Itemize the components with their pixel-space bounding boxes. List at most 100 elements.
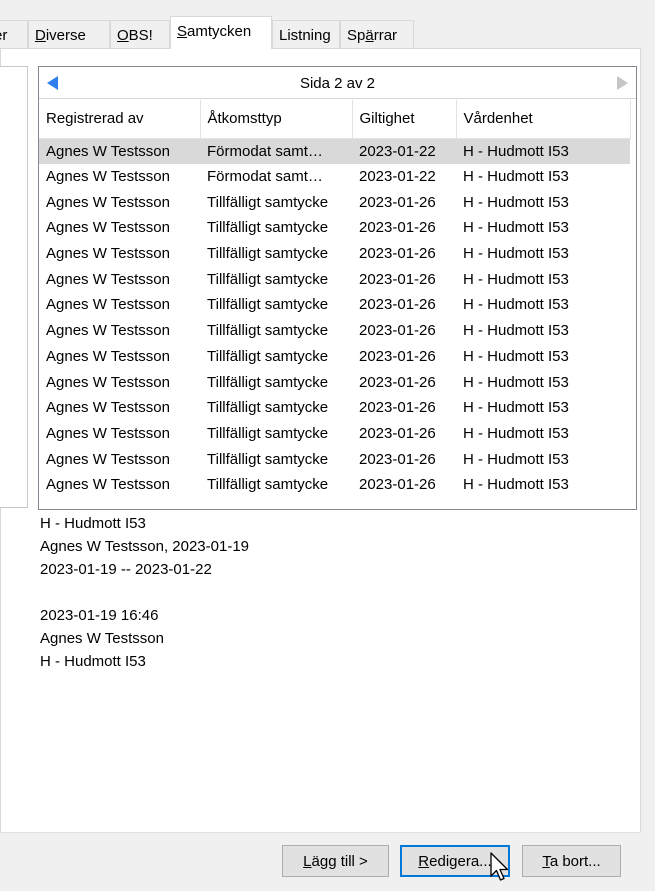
cell-vardenhet: H - Hudmott I53 — [463, 373, 569, 391]
add-button-mnemonic: L — [303, 853, 312, 870]
tab-diverse-label: iverse — [45, 27, 86, 44]
cell-atkomsttyp: Tillfälligt samtycke — [207, 347, 329, 365]
remove-button-label: a bort... — [549, 853, 601, 870]
table-row[interactable]: Agnes W Testsson Tillfälligt samtycke 2023… — [39, 292, 630, 318]
cell-atkomsttyp: Tillfälligt samtycke — [207, 270, 329, 288]
cell-vardenhet: H - Hudmott I53 — [463, 245, 569, 263]
cell-atkomsttyp: Tillfälligt samtycke — [207, 373, 329, 391]
table-row[interactable]: Agnes W Testsson Tillfälligt samtycke 2023… — [39, 241, 630, 267]
consent-grid: Sida 2 av 2 Registrerad av Åtkomsttyp Gi… — [38, 66, 637, 510]
table-header-row: Registrerad av Åtkomsttyp Giltighet Vård… — [39, 100, 631, 139]
cell-registrerad-av: Agnes W Testsson — [46, 347, 170, 365]
cell-atkomsttyp: Tillfälligt samtycke — [207, 424, 329, 442]
remove-button-mnemonic: T — [542, 853, 550, 870]
details-unit: H - Hudmott I53 — [40, 515, 146, 532]
table-row[interactable]: Agnes W Testsson Tillfälligt samtycke 2023… — [39, 395, 630, 421]
cell-atkomsttyp: Tillfälligt samtycke — [207, 245, 329, 263]
details-panel: H - Hudmott I53 Agnes W Testsson, 2023-0… — [40, 512, 249, 673]
cell-vardenhet: H - Hudmott I53 — [463, 424, 569, 442]
cell-atkomsttyp: Förmodat samt… — [200, 138, 352, 164]
details-unit-2: H - Hudmott I53 — [40, 653, 146, 670]
cell-vardenhet: H - Hudmott I53 — [463, 450, 569, 468]
tab-sparrar-label: rrar — [373, 27, 398, 44]
cell-giltighet: 2023-01-26 — [359, 347, 436, 365]
cell-registrerad-av: Agnes W Testsson — [46, 450, 170, 468]
details-registered: Agnes W Testsson, 2023-01-19 — [40, 538, 250, 555]
tab-listning-label: Listnin — [279, 27, 323, 44]
tab-listning-mnemonic: g — [322, 27, 331, 44]
remove-button[interactable]: Ta bort... — [522, 845, 621, 877]
cell-vardenhet: H - Hudmott I53 — [463, 399, 569, 417]
cell-giltighet: 2023-01-26 — [359, 270, 436, 288]
cell-giltighet: 2023-01-26 — [359, 322, 436, 340]
tab-partial-label: er — [0, 27, 8, 44]
table-row[interactable]: Agnes W Testsson Tillfälligt samtycke 2023… — [39, 189, 630, 215]
table-row[interactable]: Agnes W Testsson Tillfälligt samtycke 2023… — [39, 472, 630, 498]
cell-registrerad-av: Agnes W Testsson — [46, 270, 170, 288]
details-timestamp: 2023-01-19 16:46 — [40, 607, 159, 624]
column-header-registrerad-av[interactable]: Registrerad av — [39, 100, 201, 139]
separator — [0, 832, 641, 833]
cell-registrerad-av: Agnes W Testsson — [46, 373, 170, 391]
table-row[interactable]: Agnes W Testsson Tillfälligt samtycke 2023… — [39, 421, 630, 447]
cell-vardenhet: H - Hudmott I53 — [463, 219, 569, 237]
table-row[interactable]: Agnes W Testsson Tillfälligt samtycke 2023… — [39, 215, 630, 241]
cell-vardenhet: H - Hudmott I53 — [463, 168, 569, 186]
triangle-right-icon — [617, 76, 628, 90]
tab-obs-label: BS! — [128, 27, 153, 44]
cell-atkomsttyp: Tillfälligt samtycke — [207, 322, 329, 340]
tab-obs[interactable]: OBS! — [110, 20, 170, 48]
cell-atkomsttyp: Tillfälligt samtycke — [207, 399, 329, 417]
cell-vardenhet: H - Hudmott I53 — [463, 322, 569, 340]
cell-atkomsttyp: Förmodat samt… — [207, 168, 323, 186]
cell-vardenhet: H - Hudmott I53 — [463, 193, 569, 211]
cell-giltighet: 2023-01-26 — [359, 424, 436, 442]
tab-samtycken-mnemonic: S — [177, 23, 188, 40]
details-user: Agnes W Testsson — [40, 630, 164, 647]
details-blank — [40, 581, 249, 604]
tab-obs-mnemonic: O — [117, 27, 129, 44]
table-row[interactable]: Agnes W Testsson Förmodat samt… 2023-01-22… — [39, 138, 630, 164]
add-button-label: ägg till > — [311, 853, 368, 870]
table-row[interactable]: Agnes W Testsson Tillfälligt samtycke 2023… — [39, 369, 630, 395]
cell-registrerad-av: Agnes W Testsson — [46, 219, 170, 237]
cell-vardenhet: H - Hudmott I53 — [463, 296, 569, 314]
cell-vardenhet: H - Hudmott I53 — [463, 347, 569, 365]
edit-button-mnemonic: R — [418, 853, 430, 870]
add-button[interactable]: Lägg till > — [282, 845, 389, 877]
cell-atkomsttyp: Tillfälligt samtycke — [207, 296, 329, 314]
cell-giltighet: 2023-01-26 — [359, 219, 436, 237]
cell-atkomsttyp: Tillfälligt samtycke — [207, 450, 329, 468]
column-header-vardenhet[interactable]: Vårdenhet — [456, 100, 631, 139]
cell-registrerad-av: Agnes W Testsson — [46, 399, 170, 417]
mouse-pointer-icon — [490, 852, 509, 881]
consent-table: Registrerad av Åtkomsttyp Giltighet Vård… — [39, 100, 631, 498]
cell-giltighet: 2023-01-22 — [352, 138, 456, 164]
tab-samtycken[interactable]: Samtycken — [170, 16, 272, 49]
tab-partial[interactable]: er — [0, 20, 28, 48]
cell-giltighet: 2023-01-22 — [359, 168, 436, 186]
tab-samtycken-label: amtycken — [187, 23, 252, 40]
table-row[interactable]: Agnes W Testsson Tillfälligt samtycke 2023… — [39, 344, 630, 370]
tab-sparrar-prefix: Sp — [347, 27, 366, 44]
tab-strip: er Diverse OBS! Samtycken Listning Spärr… — [0, 0, 655, 49]
column-header-atkomsttyp[interactable]: Åtkomsttyp — [200, 100, 353, 139]
table-row[interactable]: Agnes W Testsson Förmodat samt… 2023-01-22… — [39, 164, 630, 190]
tab-sparrar-mnemonic: ä — [365, 27, 374, 44]
cell-giltighet: 2023-01-26 — [359, 476, 436, 494]
cell-atkomsttyp: Tillfälligt samtycke — [207, 219, 329, 237]
cell-registrerad-av: Agnes W Testsson — [46, 476, 170, 494]
tab-diverse[interactable]: Diverse — [28, 20, 110, 48]
cell-giltighet: 2023-01-26 — [359, 399, 436, 417]
pager-bar: Sida 2 av 2 — [39, 67, 636, 99]
cell-giltighet: 2023-01-26 — [359, 373, 436, 391]
left-list-edge[interactable] — [0, 66, 28, 508]
cell-vardenhet: H - Hudmott I53 — [463, 476, 569, 494]
cell-registrerad-av: Agnes W Testsson — [46, 245, 170, 263]
tab-listning[interactable]: Listning — [272, 20, 340, 48]
table-row[interactable]: Agnes W Testsson Tillfälligt samtycke 2023… — [39, 446, 630, 472]
table-row[interactable]: Agnes W Testsson Tillfälligt samtycke 2023… — [39, 318, 630, 344]
table-row[interactable]: Agnes W Testsson Tillfälligt samtycke 2023… — [39, 266, 630, 292]
tab-sparrar[interactable]: Spärrar — [340, 20, 414, 48]
column-header-giltighet[interactable]: Giltighet — [352, 100, 457, 139]
